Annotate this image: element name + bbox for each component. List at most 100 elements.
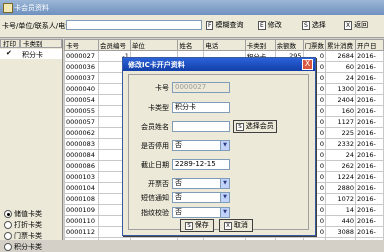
table-cell: 0000084 <box>64 149 99 161</box>
table-cell: 1224 <box>325 171 357 183</box>
radio-dot-icon <box>4 221 12 229</box>
column-header[interactable]: 开户日 <box>355 39 384 51</box>
category-row[interactable]: ✔ 积分卡 <box>0 49 62 59</box>
table-cell: 2016- <box>355 138 384 150</box>
column-header[interactable]: 累计消费 <box>325 39 357 51</box>
table-cell: 440 <box>325 215 357 227</box>
radio-discount[interactable]: 打折卡类 <box>4 220 42 230</box>
expiry-date-field[interactable]: 2289-12-15 <box>172 159 230 170</box>
table-cell: 0000062 <box>64 127 99 139</box>
select-button[interactable]: S 选择 <box>302 19 326 31</box>
table-cell: 0000083 <box>64 138 99 150</box>
column-header[interactable]: 余额数 <box>274 39 304 51</box>
chevron-down-icon[interactable]: ▼ <box>220 141 229 150</box>
table-cell: 0000109 <box>64 204 99 216</box>
sms-value: 否 <box>175 193 182 201</box>
radio-label: 储值卡类 <box>14 210 42 218</box>
back-label: 返回 <box>354 21 369 29</box>
column-header[interactable]: 电话 <box>203 39 246 51</box>
search-input[interactable] <box>66 20 202 30</box>
column-header[interactable]: 卡类别 <box>244 39 276 51</box>
table-cell: 2880 <box>325 182 357 194</box>
column-header[interactable]: 会员编号 <box>97 39 131 51</box>
expiry-label: 截止日期 <box>141 161 169 169</box>
table-cell: 0000036 <box>64 61 99 73</box>
fingerprint-value: 否 <box>175 208 182 216</box>
table-cell: 2016- <box>355 116 384 128</box>
app-icon <box>3 3 13 13</box>
dialog-form: 卡号 0000027 卡类型 积分卡 会员姓名 S 选择会员 是否停用 否 ▼ 截… <box>128 74 309 230</box>
category-column-header: 卡类别 <box>20 39 62 48</box>
table-cell: 2404 <box>325 94 357 106</box>
table-cell: 2016- <box>355 105 384 117</box>
window-titlebar: 卡会员资料 <box>0 0 384 15</box>
table-cell: 2016- <box>355 160 384 172</box>
back-button[interactable]: X 返回 <box>344 19 368 31</box>
chevron-down-icon[interactable]: ▼ <box>220 179 229 188</box>
table-cell: 0000037 <box>64 72 99 84</box>
open-ticket-label: 开票否 <box>148 180 169 188</box>
disabled-select[interactable]: 否 ▼ <box>172 140 230 151</box>
table-cell: 24 <box>325 149 357 161</box>
table-cell: 2684 <box>325 50 357 62</box>
column-header[interactable]: 姓名 <box>177 39 205 51</box>
table-cell: 2016- <box>355 204 384 216</box>
table-cell: 0000040 <box>64 83 99 95</box>
close-icon[interactable]: X <box>302 59 313 70</box>
save-hotkey: S <box>185 222 193 230</box>
table-cell: 2016- <box>355 215 384 227</box>
card-type-label: 卡类型 <box>148 104 169 112</box>
chevron-down-icon[interactable]: ▼ <box>220 193 229 202</box>
card-no-field: 0000027 <box>172 82 230 93</box>
save-label: 保存 <box>194 221 209 229</box>
fingerprint-select[interactable]: 否 ▼ <box>172 207 230 218</box>
fuzzy-search-button[interactable]: F 模糊查询 <box>206 19 243 31</box>
table-cell: 2016- <box>355 127 384 139</box>
table-cell: 0000055 <box>64 105 99 117</box>
table-cell: 0000108 <box>64 193 99 205</box>
member-name-field[interactable] <box>172 121 230 132</box>
sms-label: 短信通知 <box>141 194 169 202</box>
toolbar: 卡号/单位/联系人/电话 F 模糊查询 E 修改 S 选择 X 返回 <box>0 15 384 38</box>
table-header-row: 卡号 会员编号 单位 姓名 电话 卡类别 余额数 门票数 累计消费 开户日 <box>64 39 384 51</box>
table-cell: 0000112 <box>64 226 99 238</box>
disabled-label: 是否停用 <box>141 142 169 150</box>
edit-card-dialog: 修改IC卡开户资料 X 卡号 0000027 卡类型 积分卡 会员姓名 S 选择会… <box>122 57 316 236</box>
radio-label: 打折卡类 <box>14 221 42 229</box>
radio-dot-icon <box>4 243 12 251</box>
print-check-icon[interactable]: ✔ <box>6 49 12 57</box>
open-ticket-select[interactable]: 否 ▼ <box>172 178 230 189</box>
column-header[interactable]: 门票数 <box>302 39 327 51</box>
table-cell: 2016- <box>355 61 384 73</box>
select-member-hotkey: S <box>236 123 244 131</box>
chevron-down-icon[interactable]: ▼ <box>220 208 229 217</box>
table-cell: 0000057 <box>64 116 99 128</box>
table-cell: 1300 <box>325 83 357 95</box>
column-header[interactable]: 单位 <box>129 39 179 51</box>
table-cell: 2016- <box>355 83 384 95</box>
table-cell: 0000086 <box>64 160 99 172</box>
cancel-hotkey: X <box>224 222 232 230</box>
radio-points[interactable]: 积分卡类 <box>4 242 42 252</box>
card-type-field[interactable]: 积分卡 <box>172 102 230 113</box>
radio-dot-icon <box>4 210 12 218</box>
table-cell: 0000054 <box>64 94 99 106</box>
table-cell: 2016- <box>355 193 384 205</box>
radio-label: 门票卡类 <box>14 232 42 240</box>
select-member-button[interactable]: S 选择会员 <box>233 120 277 133</box>
table-cell: 60 <box>325 61 357 73</box>
table-cell: 0000104 <box>64 182 99 194</box>
print-column-header: 打印 <box>0 39 20 48</box>
save-button[interactable]: S 保存 <box>180 219 214 232</box>
cancel-button[interactable]: X 取消 <box>219 219 253 232</box>
sms-select[interactable]: 否 ▼ <box>172 192 230 203</box>
table-cell: 2016- <box>355 149 384 161</box>
table-cell: 2016- <box>355 72 384 84</box>
column-header[interactable]: 卡号 <box>64 39 99 51</box>
radio-stored-value[interactable]: 储值卡类 <box>4 209 42 219</box>
edit-button[interactable]: E 修改 <box>258 19 282 31</box>
table-cell: 1127 <box>325 116 357 128</box>
member-name-label: 会员姓名 <box>141 123 169 131</box>
table-cell: 225 <box>325 127 357 139</box>
fingerprint-label: 指纹校验 <box>141 209 169 217</box>
